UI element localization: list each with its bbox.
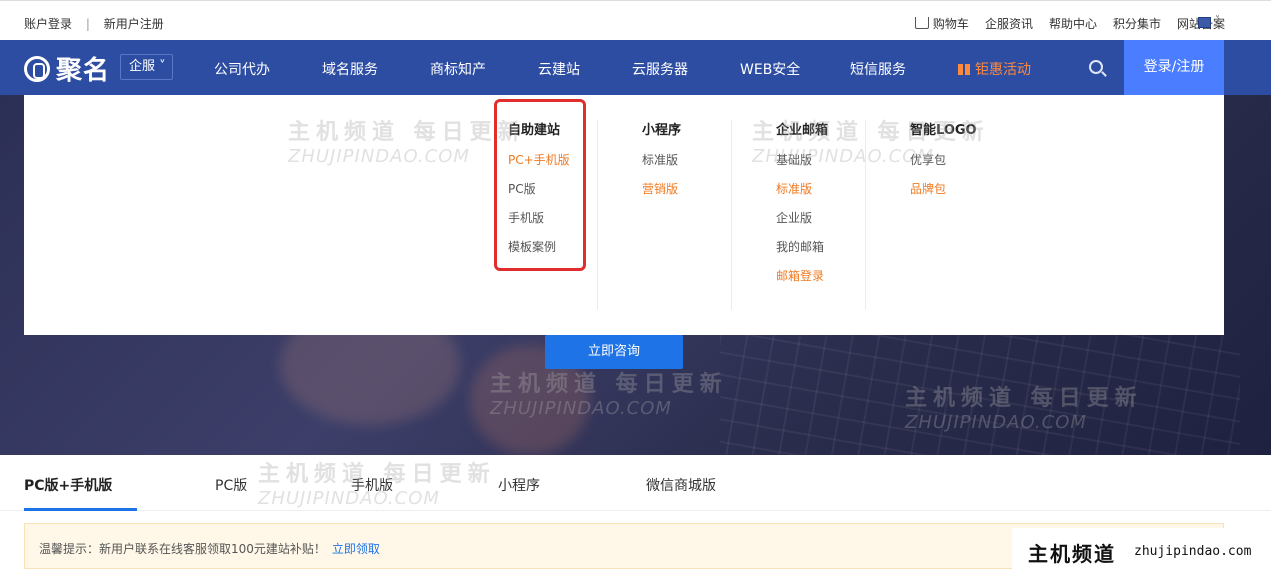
nav-item-web-security[interactable]: WEB安全 — [740, 59, 800, 79]
nav-item-trademark[interactable]: 商标知产 — [430, 59, 486, 79]
nav-item-site-builder[interactable]: 云建站 — [538, 59, 580, 79]
link-mail-enterprise[interactable]: 企业版 — [776, 209, 812, 226]
cart-label: 购物车 — [932, 17, 969, 31]
nav-item-cloud-server[interactable]: 云服务器 — [632, 59, 688, 79]
register-link[interactable]: 新用户注册 — [104, 15, 164, 32]
link-mp-marketing[interactable]: 营销版 — [642, 180, 678, 197]
utility-links: 购物车 企服资讯 帮助中心 积分集市 网站备案 — [914, 15, 1225, 32]
promo-label: 钜惠活动 — [975, 62, 1031, 78]
col-title-mini-program[interactable]: 小程序 — [642, 119, 681, 138]
link-mp-standard[interactable]: 标准版 — [642, 151, 678, 168]
brand-watermark: 主机频道 zhujipindao.com — [1012, 528, 1271, 576]
cart-icon — [914, 17, 929, 29]
tab-wechat-mall[interactable]: 微信商城版 — [646, 475, 716, 495]
points-link[interactable]: 积分集市 — [1113, 15, 1161, 32]
consult-button[interactable]: 立即咨询 — [545, 335, 683, 369]
divider — [597, 120, 598, 310]
language-flag-icon[interactable] — [1198, 17, 1211, 28]
logo[interactable]: 聚名 — [24, 50, 110, 87]
search-icon[interactable] — [1089, 60, 1103, 74]
link-mail-standard[interactable]: 标准版 — [776, 180, 812, 197]
help-link[interactable]: 帮助中心 — [1049, 15, 1097, 32]
active-tab-indicator — [24, 508, 137, 511]
nav-item-domain[interactable]: 域名服务 — [322, 59, 378, 79]
main-nav: 聚名 企服 ˅ 公司代办 域名服务 商标知产 云建站 云服务器 WEB安全 短信… — [0, 40, 1271, 95]
link-logo-brand[interactable]: 品牌包 — [910, 180, 946, 197]
top-utility-bar: 账户登录 | 新用户注册 购物车 企服资讯 帮助中心 积分集市 网站备案 ˅ — [0, 0, 1271, 40]
product-tabs: PC版+手机版 PC版 手机版 小程序 微信商城版 — [0, 455, 1271, 511]
site-builder-dropdown: 自助建站 PC+手机版 PC版 手机版 模板案例 小程序 标准版 营销版 企业邮… — [24, 95, 1224, 335]
cart-link[interactable]: 购物车 — [914, 15, 969, 32]
claim-link[interactable]: 立即领取 — [332, 542, 380, 556]
divider — [731, 120, 732, 310]
nav-item-company[interactable]: 公司代办 — [214, 59, 270, 79]
notice-text: 温馨提示：新用户联系在线客服领取100元建站补贴！ — [39, 542, 326, 556]
logo-text: 聚名 — [56, 56, 111, 86]
nav-item-sms[interactable]: 短信服务 — [850, 59, 906, 79]
separator: | — [85, 17, 90, 31]
tab-pc[interactable]: PC版 — [215, 475, 247, 495]
notice-text-wrap: 温馨提示：新用户联系在线客服领取100元建站补贴！ 立即领取 — [39, 540, 380, 557]
link-mail-login[interactable]: 邮箱登录 — [776, 267, 824, 284]
link-mail-basic[interactable]: 基础版 — [776, 151, 812, 168]
qifu-dropdown[interactable]: 企服 ˅ — [120, 54, 173, 80]
col-title-enterprise-mail[interactable]: 企业邮箱 — [776, 119, 828, 138]
login-link[interactable]: 账户登录 — [24, 15, 72, 32]
account-links: 账户登录 | 新用户注册 — [24, 15, 164, 32]
tab-mobile[interactable]: 手机版 — [351, 475, 393, 495]
chevron-down-icon[interactable]: ˅ — [1215, 15, 1220, 26]
link-my-mailbox[interactable]: 我的邮箱 — [776, 238, 824, 255]
brand-watermark-en: zhujipindao.com — [1134, 544, 1252, 559]
col-title-smart-logo[interactable]: 智能LOGO — [910, 119, 977, 138]
tab-mini-program[interactable]: 小程序 — [498, 475, 540, 495]
brand-watermark-cn: 主机频道 — [1028, 542, 1116, 566]
divider — [865, 120, 866, 310]
news-link[interactable]: 企服资讯 — [985, 15, 1033, 32]
login-register-button[interactable]: 登录/注册 — [1124, 40, 1224, 95]
gift-icon — [958, 64, 970, 75]
tab-pc-mobile[interactable]: PC版+手机版 — [24, 475, 112, 495]
keyboard-image — [720, 335, 1240, 455]
link-logo-premium[interactable]: 优享包 — [910, 151, 946, 168]
nav-item-promo[interactable]: 钜惠活动 — [958, 59, 1031, 79]
highlight-box — [494, 99, 586, 271]
logo-icon — [24, 55, 50, 82]
